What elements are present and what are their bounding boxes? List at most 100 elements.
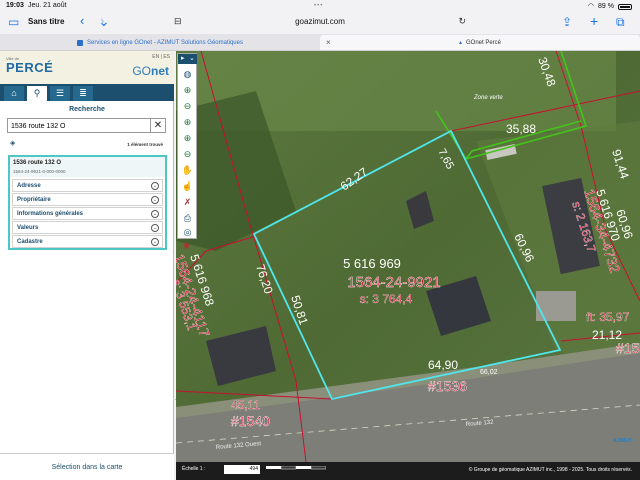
map-toolbar: ▸ ⌄ ◍ ⊕ ⊖ ⊕ ⊕ ⊖ ✋ ☝ ✗ ⎙ ◎ (177, 53, 197, 239)
dim-2112-label: 21,12 (592, 328, 622, 342)
result-title: 1536 route 132 O (13, 160, 62, 166)
row-label: Informations générales (17, 211, 84, 217)
result-header[interactable]: 1536 route 132 O 1564-24-9921-0-000-0000 (10, 157, 165, 177)
world-icon[interactable]: ◎ (181, 226, 194, 238)
gonet-logo-prefix: GO (132, 64, 151, 78)
back-icon[interactable]: ‹ (80, 13, 84, 28)
lot-id-label: 1564-24-9921 (347, 274, 440, 291)
language-switch[interactable]: EN | ES (152, 54, 170, 60)
tab-layers[interactable]: ≣ (73, 86, 93, 101)
collapse-toolbar-icon[interactable]: ⌄ (189, 54, 195, 62)
globe-icon[interactable]: ◍ (181, 68, 194, 80)
scale-label: Échelle 1 : (182, 466, 206, 472)
screen: 19:03 Jeu. 21 août ••• ◠ 89 % ▭ Sans tit… (0, 0, 640, 480)
row-label: Valeurs (17, 225, 39, 231)
status-bar: 19:03 Jeu. 21 août ••• ◠ 89 % (0, 0, 640, 12)
list-icon: ☰ (55, 88, 65, 98)
scale-bar (266, 466, 326, 470)
status-date: Jeu. 21 août (28, 2, 67, 9)
chevron-down-icon: ⌄ (151, 210, 159, 218)
settings-icon[interactable]: ✺ (180, 240, 193, 252)
select-in-map-button[interactable]: Sélection dans la carte (0, 453, 174, 480)
chevron-down-icon: ⌄ (151, 182, 159, 190)
sidebar-toggle-icon[interactable]: ▭ (8, 15, 19, 29)
reload-icon[interactable]: ↻ (458, 16, 466, 27)
zoom-out-icon[interactable]: ⊖ (181, 100, 194, 112)
lot-number-label: 5 616 969 (343, 256, 401, 271)
section-title: Recherche (69, 106, 105, 113)
url-text[interactable]: goazimut.com (170, 17, 470, 26)
chevron-down-icon: ⌄ (151, 238, 159, 246)
result-row-adresse[interactable]: Adresse ⌄ (12, 179, 163, 192)
tab-label: GOnet Percé (466, 39, 502, 46)
tab-home[interactable]: ⌂ (4, 86, 24, 101)
dim-3597-label: ft: 35,97 (586, 310, 630, 324)
tab-gonet[interactable]: × ▴ GOnet Percé (320, 35, 640, 50)
share-icon[interactable]: ⇪ (562, 15, 572, 29)
address-main-label: #1536 (428, 378, 467, 394)
row-label: Cadastre (17, 239, 43, 245)
search-input[interactable] (11, 121, 146, 131)
parking-east (536, 291, 576, 321)
battery-icon (618, 3, 632, 10)
tabs-overview-icon[interactable]: ⧉ (616, 15, 625, 30)
expand-toolbar-icon[interactable]: ▸ (181, 54, 185, 62)
map-view[interactable]: 5 616 969 1564-24-9921 s: 3 764,4 62,27 … (176, 51, 640, 462)
multitask-dots-icon[interactable]: ••• (314, 3, 323, 9)
toolbar-header: ▸ ⌄ (178, 54, 197, 64)
search-box: ✕ (7, 118, 166, 133)
zoom-out-alt-icon[interactable]: ⊖ (181, 148, 194, 160)
result-subtitle: 1564-24-9921-0-000-0000 (13, 169, 66, 174)
locate-result-icon[interactable]: ◈ (10, 139, 20, 149)
pan-hand-icon[interactable]: ✋ (181, 164, 194, 176)
status-time: 19:03 (6, 2, 24, 9)
zoom-in-icon[interactable]: ⊕ (181, 84, 194, 96)
layers-icon: ≣ (79, 88, 87, 98)
tab-search[interactable]: ⚲ (27, 86, 47, 101)
dim-6602-label: 66,02 (480, 369, 498, 376)
chevron-down-icon: ⌄ (151, 196, 159, 204)
new-tab-icon[interactable]: + (590, 13, 598, 29)
status-right: ◠ 89 % (588, 2, 632, 10)
dim-4511-label: 45,11 (231, 398, 260, 412)
zoom-in-box-icon[interactable]: ⊕ (181, 116, 194, 128)
chevron-down-icon: ⌄ (151, 224, 159, 232)
result-row-valeurs[interactable]: Valeurs ⌄ (12, 221, 163, 234)
browser-toolbar: ▭ Sans titre ⌄ ‹ › ⊟ goazimut.com ↻ ⇪ + … (0, 12, 640, 34)
row-label: Adresse (17, 183, 41, 189)
map-canvas[interactable]: 5 616 969 1564-24-9921 s: 3 764,4 62,27 … (176, 51, 640, 462)
tab-group-title[interactable]: Sans titre (28, 17, 64, 26)
tab-azimut[interactable]: Services en ligne GOnet - AZIMUT Solutio… (0, 35, 320, 50)
wifi-icon: ◠ (587, 3, 595, 10)
result-row-cadastre[interactable]: Cadastre ⌄ (12, 235, 163, 248)
address-bar[interactable]: ⊟ goazimut.com ↻ (170, 14, 470, 30)
scale-input[interactable]: 494 (224, 465, 260, 474)
forward-icon[interactable]: › (100, 13, 104, 28)
map-status-bar: Échelle 1 : 494 © Groupe de géomatique A… (176, 462, 640, 480)
results-count: 1 élément trouvé (127, 142, 163, 147)
dim-bottom-label: 64,90 (428, 358, 458, 372)
header-logo-area: Ville de PERCÉ EN | ES GOnet (0, 51, 174, 84)
tab-bar: Services en ligne GOnet - AZIMUT Solutio… (0, 34, 640, 51)
favicon-icon (77, 39, 84, 46)
result-card[interactable]: 1536 route 132 O 1564-24-9921-0-000-0000… (8, 155, 167, 250)
row-label: Propriétaire (17, 197, 51, 203)
result-row-proprietaire[interactable]: Propriétaire ⌄ (12, 193, 163, 206)
panel-tabs: ⌂ ⚲ ☰ ≣ (0, 84, 174, 101)
zoom-in-alt-icon[interactable]: ⊕ (181, 132, 194, 144)
identify-hand-icon[interactable]: ☝ (181, 180, 194, 192)
clear-icon[interactable]: ✗ (181, 196, 194, 208)
tab-legend[interactable]: ☰ (50, 86, 70, 101)
clear-search-icon[interactable]: ✕ (150, 119, 165, 132)
zone-label: Zone verte (473, 95, 503, 101)
city-logo: PERCÉ (6, 60, 54, 75)
side-panel: Ville de PERCÉ EN | ES GOnet ⌂ ⚲ ☰ ≣ Rec… (0, 51, 174, 480)
gonet-favicon-icon: ▴ (458, 40, 462, 46)
result-row-informations[interactable]: Informations générales ⌄ (12, 207, 163, 220)
print-icon[interactable]: ⎙ (181, 212, 194, 224)
close-tab-icon[interactable]: × (326, 38, 331, 47)
tab-label: Services en ligne GOnet - AZIMUT Solutio… (87, 39, 243, 46)
address-east-label: #153 (616, 340, 640, 356)
address-west-label: #1540 (231, 413, 270, 429)
gonet-logo-suffix: net (151, 64, 169, 78)
